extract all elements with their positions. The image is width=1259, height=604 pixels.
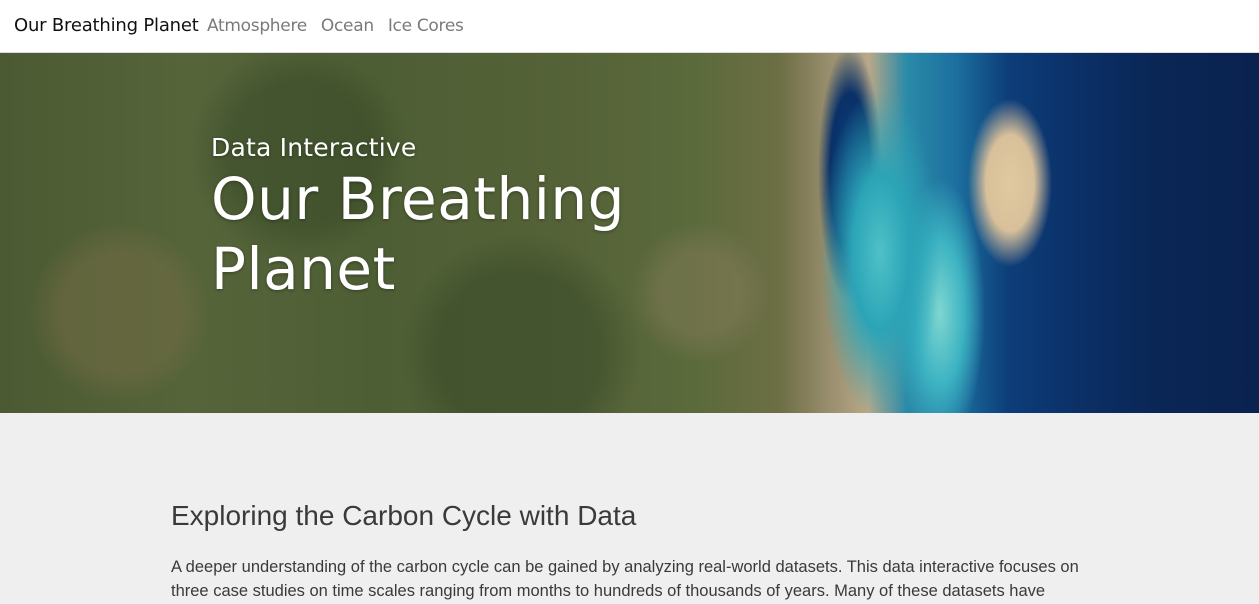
intro-paragraph: A deeper understanding of the carbon cyc…	[171, 558, 1079, 600]
hero-banner: Data Interactive Our Breathing Planet	[0, 53, 1259, 413]
nav-item-ice-cores: Ice Cores	[388, 16, 464, 36]
top-navbar: Our Breathing Planet Atmosphere Ocean Ic…	[0, 0, 1259, 53]
site-brand-link[interactable]: Our Breathing Planet	[14, 15, 199, 36]
nav-link-atmosphere[interactable]: Atmosphere	[207, 16, 307, 36]
nav-link-ice-cores[interactable]: Ice Cores	[388, 16, 464, 36]
hero-text-block: Data Interactive Our Breathing Planet	[211, 133, 671, 304]
section-heading: Exploring the Carbon Cycle with Data	[171, 500, 637, 531]
nav-item-ocean: Ocean	[321, 16, 374, 36]
nav-links: Atmosphere Ocean Ice Cores	[207, 16, 464, 36]
hero-title: Our Breathing Planet	[211, 165, 625, 303]
nav-link-ocean[interactable]: Ocean	[321, 16, 374, 36]
hero-subtitle: Data Interactive	[211, 133, 417, 162]
nav-item-atmosphere: Atmosphere	[207, 16, 307, 36]
main-content: Exploring the Carbon Cycle with Data A d…	[171, 500, 1091, 603]
